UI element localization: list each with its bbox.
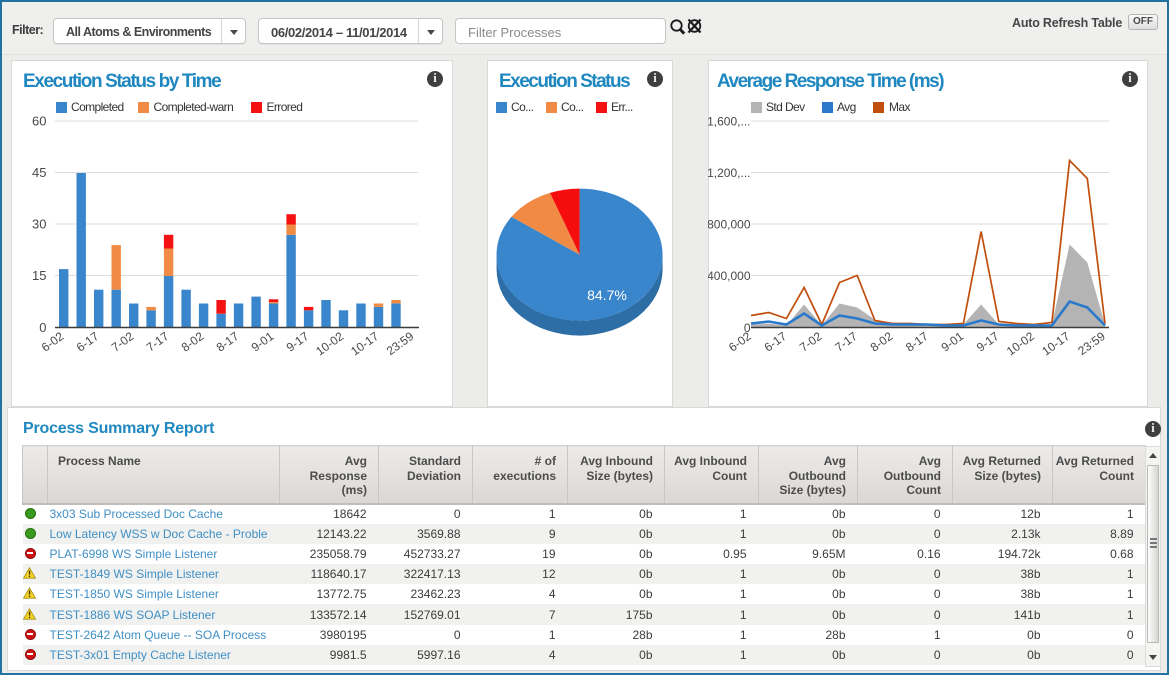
svg-text:8-02: 8-02 — [868, 329, 896, 355]
svg-text:10-02: 10-02 — [1004, 329, 1037, 359]
svg-text:400,000: 400,000 — [708, 269, 751, 283]
svg-text:9-17: 9-17 — [974, 329, 1002, 355]
svg-text:6-17: 6-17 — [74, 329, 102, 355]
svg-text:45: 45 — [32, 165, 46, 180]
svg-text:8-17: 8-17 — [214, 329, 242, 355]
svg-text:23:59: 23:59 — [384, 329, 417, 358]
svg-text:7-02: 7-02 — [797, 329, 825, 355]
svg-text:1,600,...: 1,600,... — [708, 115, 751, 129]
svg-text:60: 60 — [32, 114, 46, 129]
svg-text:8-02: 8-02 — [179, 329, 207, 355]
svg-text:10-17: 10-17 — [348, 329, 381, 359]
svg-text:10-17: 10-17 — [1039, 329, 1072, 359]
svg-text:9-01: 9-01 — [249, 329, 277, 355]
svg-text:6-17: 6-17 — [761, 329, 789, 355]
svg-text:7-02: 7-02 — [109, 329, 137, 355]
svg-text:30: 30 — [32, 217, 46, 232]
svg-text:9-01: 9-01 — [938, 329, 966, 355]
svg-text:84.7%: 84.7% — [587, 287, 627, 303]
svg-text:23:59: 23:59 — [1075, 329, 1108, 358]
svg-text:9-17: 9-17 — [284, 329, 312, 355]
svg-text:0: 0 — [39, 320, 46, 335]
svg-text:800,000: 800,000 — [708, 218, 751, 232]
svg-text:10-02: 10-02 — [313, 329, 346, 359]
svg-text:1,200,...: 1,200,... — [708, 166, 751, 180]
svg-text:15: 15 — [32, 268, 46, 283]
svg-text:7-17: 7-17 — [832, 329, 860, 355]
svg-text:8-17: 8-17 — [903, 329, 931, 355]
svg-text:7-17: 7-17 — [144, 329, 172, 355]
